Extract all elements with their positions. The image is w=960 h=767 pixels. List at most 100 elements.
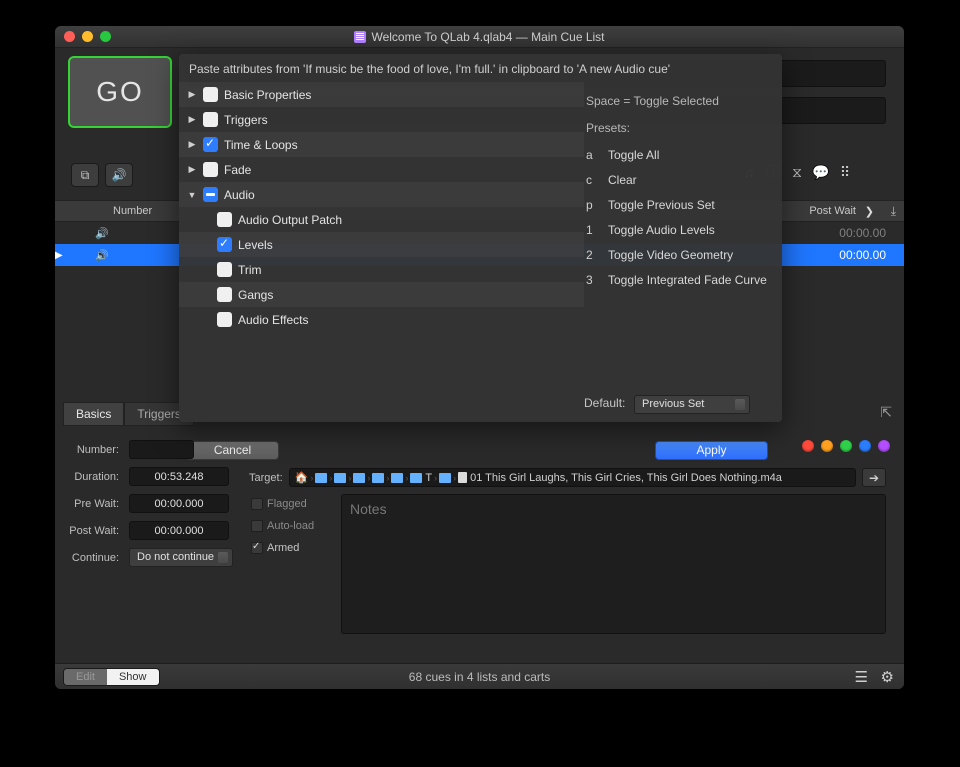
audio-cue-icon: 🔊 (95, 249, 109, 262)
checkbox[interactable] (217, 237, 232, 252)
tree-item-basic-properties[interactable]: ▶ Basic Properties (179, 82, 584, 107)
preset-item[interactable]: 1Toggle Audio Levels (586, 217, 772, 242)
cue-postwait: 00:00.00 (839, 226, 886, 240)
label-duration: Duration: (63, 471, 119, 483)
tree-item-levels[interactable]: Levels (179, 232, 584, 257)
preset-item[interactable]: 2Toggle Video Geometry (586, 242, 772, 267)
tab-basics[interactable]: Basics (63, 402, 124, 426)
tree-item-audio-output-patch[interactable]: Audio Output Patch (179, 207, 584, 232)
chat-icon[interactable]: 💬 (812, 163, 830, 181)
column-number[interactable]: Number (113, 205, 152, 217)
autoload-checkbox[interactable] (251, 520, 263, 532)
tree-item-audio-effects[interactable]: Audio Effects (179, 307, 584, 332)
checkbox[interactable] (203, 87, 218, 102)
file-icon (458, 472, 467, 483)
app-window: Welcome To QLab 4.qlab4 — Main Cue List … (55, 26, 904, 689)
popout-icon[interactable]: ⇱ (880, 404, 892, 421)
label-armed: Armed (267, 542, 299, 554)
checkbox[interactable] (217, 262, 232, 277)
window-title-text: Welcome To QLab 4.qlab4 — Main Cue List (371, 30, 604, 44)
postwait-field[interactable]: 00:00.000 (129, 521, 229, 540)
tree-label: Triggers (224, 113, 268, 127)
label-prewait: Pre Wait: (63, 498, 119, 510)
target-breadcrumb[interactable]: 🏠› › › › › › T› › 01 This Girl Laughs, T… (289, 468, 856, 487)
go-label: GO (96, 76, 144, 108)
preset-key: c (586, 173, 608, 187)
tree-label: Fade (224, 163, 251, 177)
column-post-wait[interactable]: Post Wait (809, 205, 856, 217)
disclosure-icon[interactable]: ▶ (187, 89, 197, 100)
checkbox[interactable] (203, 137, 218, 152)
grid-icon[interactable]: ⠿ (836, 163, 854, 181)
tree-item-gangs[interactable]: Gangs (179, 282, 584, 307)
preset-key: 1 (586, 223, 608, 237)
disclosure-icon[interactable]: ▼ (187, 190, 197, 200)
label-number: Number: (63, 444, 119, 456)
list-view-icon[interactable]: ☰ (855, 668, 868, 686)
duration-field[interactable]: 00:53.248 (129, 467, 229, 486)
timer-icon[interactable]: ⧖ (788, 163, 806, 181)
go-button[interactable]: GO (68, 56, 172, 128)
disclosure-icon[interactable]: ▶ (187, 139, 197, 150)
preset-item[interactable]: 3Toggle Integrated Fade Curve (586, 267, 772, 292)
folder-icon (353, 473, 365, 483)
number-field[interactable] (129, 440, 194, 459)
tree-item-time-loops[interactable]: ▶ Time & Loops (179, 132, 584, 157)
tree-label: Audio Output Patch (238, 213, 342, 227)
disclosure-icon[interactable]: ▶ (187, 164, 197, 175)
tree-label: Gangs (238, 288, 273, 302)
folder-icon (315, 473, 327, 483)
stack-icon[interactable]: ⧉ (71, 163, 99, 187)
checkbox[interactable] (203, 162, 218, 177)
default-preset-select[interactable]: Previous Set (634, 395, 750, 414)
disclosure-icon[interactable]: ▶ (187, 114, 197, 125)
window-title: Welcome To QLab 4.qlab4 — Main Cue List (55, 30, 904, 44)
label-autoload: Auto-load (267, 520, 314, 532)
folder-icon (372, 473, 384, 483)
folder-icon (391, 473, 403, 483)
continue-select[interactable]: Do not continue (129, 548, 233, 567)
cue-list-toolbar: ⧉ 🔊 (71, 163, 133, 187)
flagged-checkbox[interactable] (251, 498, 263, 510)
tree-item-fade[interactable]: ▶ Fade (179, 157, 584, 182)
audio-cue-icon: 🔊 (95, 227, 109, 240)
tree-item-audio[interactable]: ▼ Audio (179, 182, 584, 207)
armed-checkbox[interactable] (251, 542, 263, 554)
attribute-tree: ▶ Basic Properties ▶ Triggers ▶ Time & L… (179, 82, 584, 380)
preset-item[interactable]: aToggle All (586, 142, 772, 167)
checkbox[interactable] (217, 287, 232, 302)
target-filename: 01 This Girl Laughs, This Girl Cries, Th… (470, 472, 782, 484)
bottom-bar: Edit Show 68 cues in 4 lists and carts ☰… (55, 663, 904, 689)
checkbox-mixed[interactable] (203, 187, 218, 202)
folder-icon (334, 473, 346, 483)
paste-attributes-popover: Paste attributes from 'If music be the f… (179, 54, 782, 422)
reveal-target-button[interactable]: ➔ (862, 468, 886, 487)
document-icon (354, 31, 366, 43)
tree-label: Levels (238, 238, 273, 252)
notes-textarea[interactable]: Notes (341, 494, 886, 634)
label-flagged: Flagged (267, 498, 307, 510)
status-text: 68 cues in 4 lists and carts (55, 670, 904, 684)
tree-label: Audio Effects (238, 313, 309, 327)
gear-icon[interactable]: ⚙ (881, 668, 894, 686)
help-presets-label: Presets: (586, 115, 772, 140)
preset-label: Clear (608, 173, 637, 187)
preset-key: 2 (586, 248, 608, 262)
tree-item-triggers[interactable]: ▶ Triggers (179, 107, 584, 132)
checkbox[interactable] (217, 212, 232, 227)
preset-label: Toggle Previous Set (608, 198, 715, 212)
label-default: Default: (584, 396, 625, 410)
folder-icon (410, 473, 422, 483)
preset-label: Toggle Integrated Fade Curve (608, 273, 767, 287)
preset-key: 3 (586, 273, 608, 287)
speaker-icon[interactable]: 🔊 (105, 163, 133, 187)
checkbox[interactable] (203, 112, 218, 127)
preset-item[interactable]: pToggle Previous Set (586, 192, 772, 217)
tree-item-trim[interactable]: Trim (179, 257, 584, 282)
label-target: Target: (249, 472, 283, 484)
preset-item[interactable]: cClear (586, 167, 772, 192)
checkbox[interactable] (217, 312, 232, 327)
preset-key: p (586, 198, 608, 212)
label-postwait: Post Wait: (63, 525, 119, 537)
prewait-field[interactable]: 00:00.000 (129, 494, 229, 513)
